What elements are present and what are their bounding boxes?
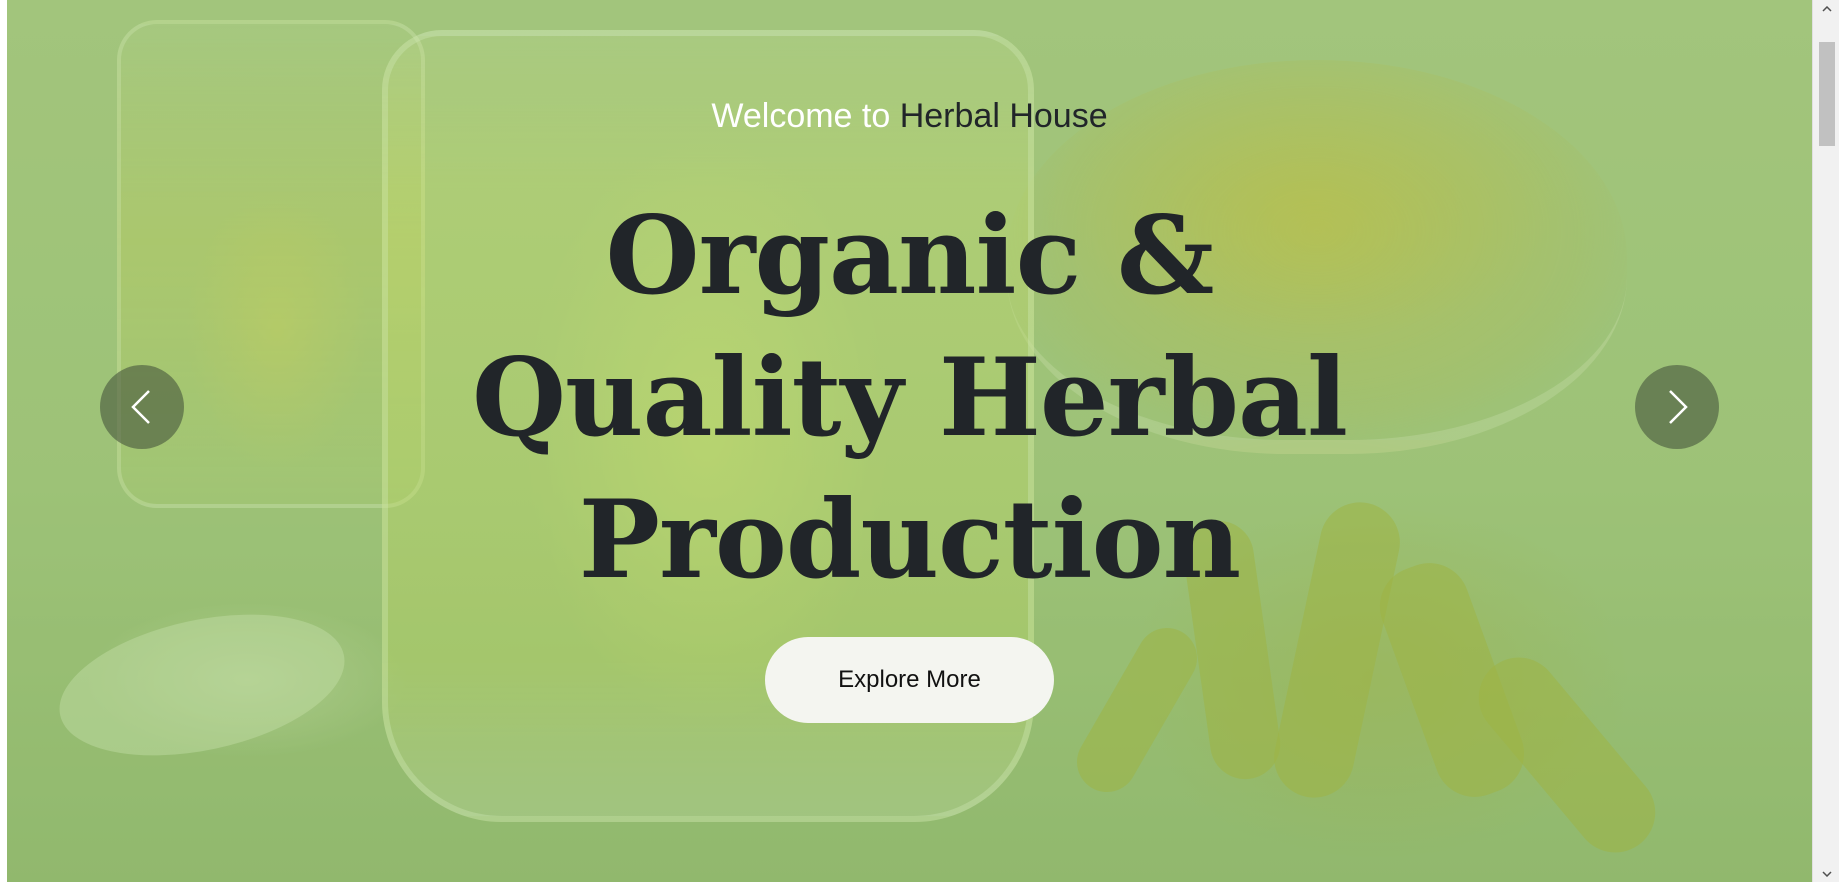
welcome-text: Welcome to Herbal House bbox=[7, 96, 1812, 136]
hero-headline: Organic & Quality Herbal Production bbox=[7, 185, 1812, 611]
welcome-prefix: Welcome to bbox=[711, 97, 891, 135]
headline-line: Organic & bbox=[605, 193, 1215, 319]
headline-line: Production bbox=[578, 477, 1241, 603]
explore-more-button[interactable]: Explore More bbox=[765, 637, 1054, 723]
hero-carousel: Welcome to Herbal House Organic & Qualit… bbox=[7, 0, 1812, 882]
carousel-prev-button[interactable] bbox=[100, 365, 184, 449]
scroll-down-arrow-icon[interactable] bbox=[1813, 865, 1839, 882]
chevron-right-icon bbox=[1669, 390, 1688, 424]
chevron-left-icon bbox=[131, 390, 150, 424]
page: Welcome to Herbal House Organic & Qualit… bbox=[0, 0, 1839, 882]
scroll-up-arrow-icon[interactable] bbox=[1813, 0, 1839, 17]
scrollbar-thumb[interactable] bbox=[1819, 42, 1835, 146]
hero-content: Welcome to Herbal House Organic & Qualit… bbox=[7, 0, 1812, 882]
headline-line: Quality Herbal bbox=[471, 335, 1348, 461]
vertical-scrollbar[interactable] bbox=[1812, 0, 1839, 882]
brand-name: Herbal House bbox=[899, 97, 1108, 135]
carousel-next-button[interactable] bbox=[1635, 365, 1719, 449]
